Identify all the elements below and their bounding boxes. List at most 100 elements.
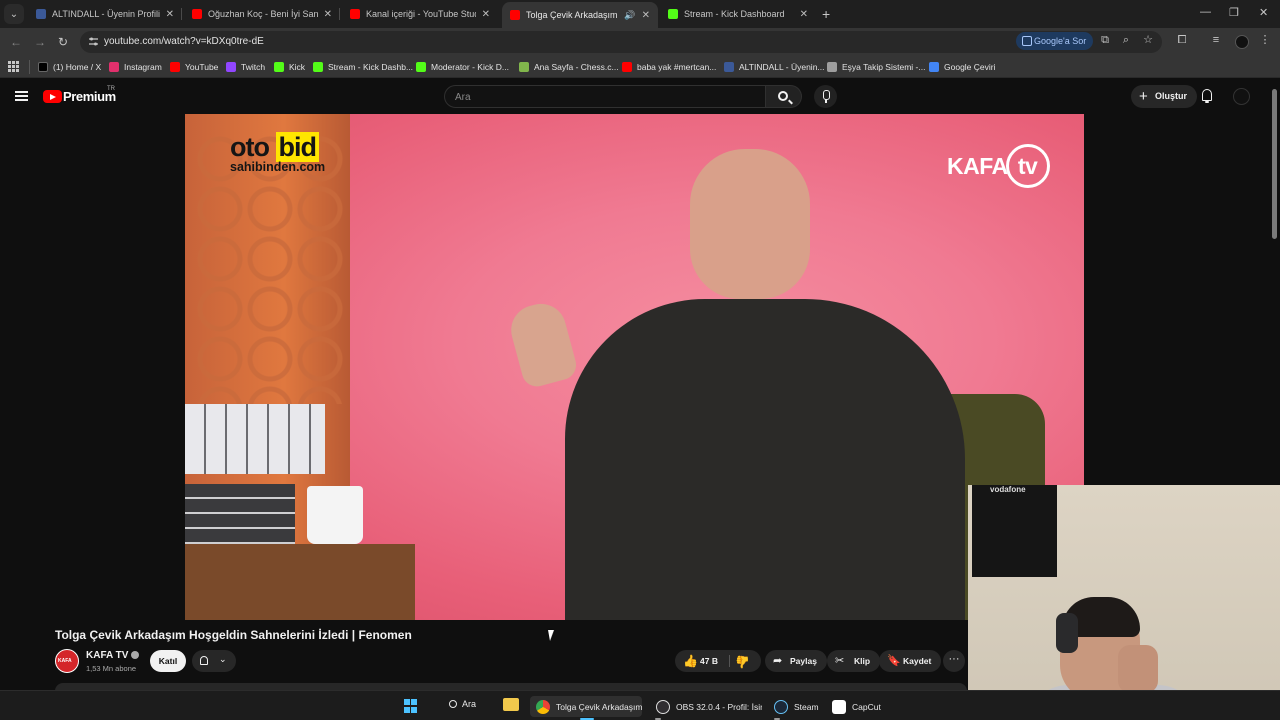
tab-youtube-studio[interactable]: Kanal içeriği - YouTube Studio ✕: [342, 2, 498, 26]
close-tab-icon[interactable]: ✕: [482, 9, 490, 20]
kafa-mug: [307, 486, 363, 544]
video-player[interactable]: oto bid sahibinden.com KAFA tv: [185, 114, 1084, 620]
account-avatar[interactable]: [1233, 88, 1250, 105]
search-box[interactable]: [444, 85, 766, 108]
bookmark-x[interactable]: (1) Home / X: [38, 60, 101, 74]
join-button[interactable]: Katıl: [150, 650, 186, 672]
taskbar-search[interactable]: Ara: [449, 699, 476, 709]
back-arrow-icon[interactable]: ←: [10, 35, 22, 49]
reload-icon[interactable]: ↻: [58, 35, 68, 49]
hamburger-menu-icon[interactable]: [15, 91, 28, 101]
restore-icon[interactable]: ❐: [1229, 6, 1239, 19]
taskbar-chrome[interactable]: Tolga Çevik Arkadaşım I: [530, 696, 642, 717]
forward-arrow-icon[interactable]: →: [34, 35, 46, 49]
bookmark-google-ceviri[interactable]: Google Çeviri: [929, 60, 996, 74]
close-tab-icon[interactable]: ✕: [324, 9, 332, 20]
like-count[interactable]: 47 B: [700, 650, 718, 672]
taskbar-steam[interactable]: Steam: [768, 696, 820, 717]
url-text: youtube.com/watch?v=kDXq0tre-dE: [104, 36, 264, 47]
minimize-icon[interactable]: —: [1200, 6, 1211, 18]
close-tab-icon[interactable]: ✕: [800, 9, 808, 20]
taskbar-obs[interactable]: OBS 32.0.4 - Profil: İsimsi: [650, 696, 762, 717]
share-arrow-icon: ➦: [773, 655, 783, 667]
tab-kick-dashboard[interactable]: Stream - Kick Dashboard ✕: [660, 2, 816, 26]
windows-start-icon[interactable]: [404, 699, 418, 713]
subscription-bell-button[interactable]: ⌄: [192, 650, 236, 672]
apps-grid-icon[interactable]: [8, 61, 19, 72]
windows-taskbar: Ara Tolga Çevik Arkadaşım I OBS 32.0.4 -…: [0, 690, 1280, 720]
instagram-icon: [109, 62, 119, 72]
headset: [1056, 613, 1078, 653]
close-tab-icon[interactable]: ✕: [642, 10, 650, 21]
bookmark-baba-yak[interactable]: baba yak #mertcan...: [622, 60, 716, 74]
tab-oguzhan-koc[interactable]: Oğuzhan Koç - Beni İyi Sanıyor ✕: [184, 2, 340, 26]
kick-favicon-icon: [668, 9, 678, 19]
video-title: Tolga Çevik Arkadaşım Hoşgeldin Sahneler…: [55, 628, 412, 642]
bookmark-kick[interactable]: Kick: [274, 60, 305, 74]
file-explorer-icon[interactable]: [503, 698, 519, 711]
notifications-bell-icon[interactable]: [1201, 89, 1213, 103]
tab-altindall[interactable]: ALTINDALL - Üyenin Profili ve İ ✕: [28, 2, 182, 26]
bookmarks-bar: (1) Home / X Instagram YouTube Twitch Ki…: [0, 56, 1280, 78]
country-code: TR: [107, 86, 115, 92]
bookmark-twitch[interactable]: Twitch: [226, 60, 265, 74]
window-close-icon[interactable]: ✕: [1259, 6, 1268, 19]
close-tab-icon[interactable]: ✕: [166, 9, 174, 20]
bookmark-star-icon[interactable]: ☆: [1142, 34, 1154, 46]
bookmark-chess[interactable]: Ana Sayfa - Chess.c...: [519, 60, 619, 74]
tab-favicon-icon: [36, 9, 46, 19]
search-button[interactable]: [766, 85, 802, 108]
kafa-tv-watermark: KAFA tv: [947, 144, 1050, 191]
create-button[interactable]: Oluştur: [1131, 85, 1198, 108]
voice-search-mic-icon[interactable]: [814, 85, 837, 108]
address-bar[interactable]: youtube.com/watch?v=kDXq0tre-dE: [80, 31, 1162, 53]
browser-tab-strip: ⌄ ALTINDALL - Üyenin Profili ve İ ✕ Oğuz…: [0, 0, 1280, 28]
tab-tolga-cevik[interactable]: Tolga Çevik Arkadaşım Hoş 🔊 ✕: [502, 2, 658, 28]
zoom-icon[interactable]: ⌕: [1120, 34, 1132, 46]
dislike-thumb-icon[interactable]: 👍: [735, 651, 750, 673]
youtube-icon: [622, 62, 632, 72]
bookmark-instagram[interactable]: Instagram: [109, 60, 162, 74]
youtube-logo-icon[interactable]: [43, 90, 62, 103]
youtube-favicon-icon: [510, 10, 520, 20]
more-actions-icon[interactable]: ···: [943, 650, 965, 672]
page-scrollbar[interactable]: [1272, 89, 1277, 239]
bookmark-esya-takip[interactable]: Eşya Takip Sistemi -...: [827, 60, 925, 74]
install-app-icon[interactable]: ⧉: [1099, 34, 1111, 46]
bookmark-youtube[interactable]: YouTube: [170, 60, 218, 74]
like-dislike-group: 👍 47 B 👍: [675, 650, 761, 672]
bookmark-kick-moderator[interactable]: Moderator - Kick D...: [416, 60, 509, 74]
bookmark-kick-stream[interactable]: Stream - Kick Dashb...: [313, 60, 413, 74]
book-pile: [185, 484, 295, 544]
taskbar-capcut[interactable]: CapCut: [826, 696, 886, 717]
google-sor-button[interactable]: Google'a Sor: [1016, 32, 1094, 50]
save-button[interactable]: 🔖 Kaydet: [879, 650, 942, 672]
kebab-menu-icon[interactable]: ⋮: [1259, 34, 1271, 46]
side-table: [185, 544, 415, 620]
youtube-favicon-icon: [192, 9, 202, 19]
clip-button[interactable]: ✂ Klip: [827, 650, 881, 672]
channel-avatar[interactable]: [55, 649, 79, 673]
extensions-icon[interactable]: ⧠: [1176, 34, 1188, 46]
search-input[interactable]: [455, 90, 755, 104]
bookmark-altindall[interactable]: ALTINDALL - Üyenin...: [724, 60, 825, 74]
kick-icon: [313, 62, 323, 72]
tab-search-chevron-icon[interactable]: ⌄: [4, 4, 24, 24]
chess-pawn-icon: [519, 62, 529, 72]
media-control-icon[interactable]: ≡: [1210, 34, 1222, 46]
obs-icon: [656, 699, 670, 714]
google-translate-icon: [929, 62, 939, 72]
scissors-icon: ✂: [835, 655, 845, 667]
guest-body: [565, 299, 965, 620]
site-icon: [724, 62, 734, 72]
subscriber-count: 1,53 Mn abone: [86, 664, 137, 673]
webcam-overlay: vodafone: [968, 485, 1280, 720]
share-button[interactable]: ➦ Paylaş: [765, 650, 827, 672]
profile-avatar[interactable]: [1235, 35, 1249, 49]
steam-icon: [774, 699, 788, 714]
like-thumb-icon[interactable]: 👍: [683, 650, 698, 672]
new-tab-plus-icon[interactable]: +: [822, 6, 830, 22]
channel-name[interactable]: KAFA TV: [86, 650, 140, 661]
site-info-icon[interactable]: [88, 36, 99, 47]
speaker-icon[interactable]: 🔊: [624, 10, 635, 21]
